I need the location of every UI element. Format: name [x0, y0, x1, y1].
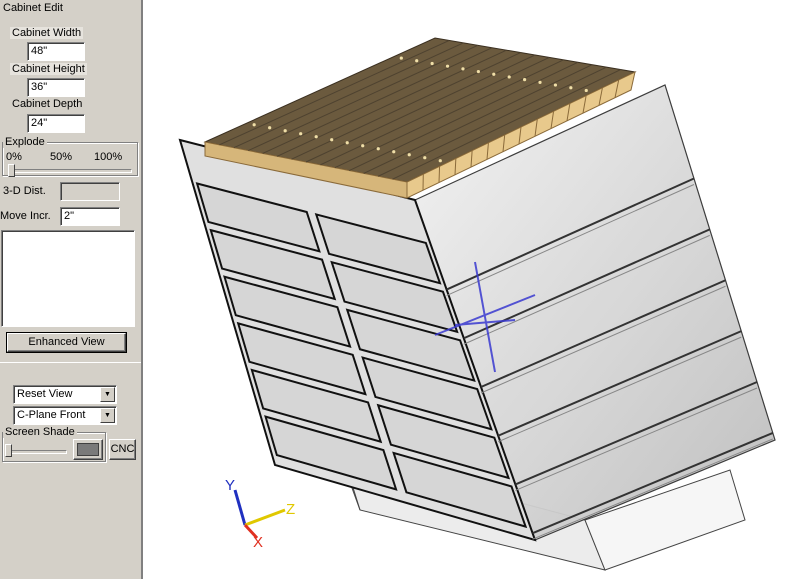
cnc-button[interactable]: CNC: [109, 439, 136, 460]
view-select-arrow-icon[interactable]: ▼: [100, 387, 115, 402]
dowel-dot: [376, 147, 380, 151]
cabinet-depth-label: Cabinet Depth: [12, 98, 83, 110]
cabinet-depth-field[interactable]: 24": [27, 114, 85, 133]
dowel-dot: [399, 56, 403, 60]
dowel-dot: [392, 150, 396, 154]
view-select-value: Reset View: [17, 388, 73, 400]
shade-color-button[interactable]: [73, 439, 103, 460]
shade-slider-track[interactable]: [5, 450, 67, 454]
explode-tick-50: 50%: [50, 151, 73, 163]
dowel-dot: [252, 123, 256, 127]
explode-tick-100: 100%: [94, 151, 123, 163]
panel-title: Cabinet Edit: [3, 2, 63, 14]
3d-viewport[interactable]: Y Z X: [145, 0, 800, 579]
dowel-dot: [553, 83, 558, 87]
cplane-select[interactable]: C-Plane Front ▼: [13, 406, 117, 425]
explode-slider-track[interactable]: [8, 169, 132, 173]
cabinet-height-label: Cabinet Height: [10, 63, 87, 75]
dowel-dot: [423, 156, 427, 160]
dist-field[interactable]: [60, 182, 120, 201]
enhanced-view-button[interactable]: Enhanced View: [6, 332, 127, 353]
dowel-dot: [361, 144, 365, 148]
panel-divider: [0, 362, 141, 363]
dowel-dot: [538, 80, 542, 84]
dowel-dot: [314, 135, 318, 139]
cabinet-height-field[interactable]: 36": [27, 78, 85, 97]
dowel-dot: [569, 86, 573, 90]
plank-edge-seam: [438, 166, 441, 183]
axis-y-label: Y: [225, 477, 235, 494]
cplane-select-arrow-icon[interactable]: ▼: [100, 408, 115, 423]
dowel-dot: [283, 129, 287, 133]
dowel-dot: [415, 59, 419, 63]
shade-color-swatch: [77, 443, 99, 456]
explode-slider-thumb[interactable]: [8, 164, 15, 177]
dowel-dot: [507, 75, 511, 79]
shade-slider-thumb[interactable]: [5, 444, 12, 457]
explode-title: Explode: [3, 136, 47, 148]
dowel-dot: [523, 78, 527, 82]
dowel-dot: [330, 138, 334, 142]
axis-triad-icon: Y Z X: [225, 477, 295, 551]
screen-shade-title: Screen Shade: [3, 426, 77, 438]
dowel-dot: [461, 67, 465, 71]
dowel-dot: [430, 61, 434, 66]
dist-label: 3-D Dist.: [3, 185, 46, 197]
cplane-select-value: C-Plane Front: [17, 409, 86, 421]
dowel-dot: [445, 64, 450, 68]
info-listbox[interactable]: [1, 230, 135, 327]
dowel-dot: [492, 72, 496, 76]
cabinet-width-field[interactable]: 48": [27, 42, 85, 61]
axis-x-label: X: [253, 534, 263, 551]
cabinet-3d-view[interactable]: Y Z X: [145, 0, 800, 579]
explode-tick-0: 0%: [6, 151, 22, 163]
cabinet-edit-panel: Cabinet Edit Cabinet Width 48" Cabinet H…: [0, 0, 143, 579]
move-incr-field[interactable]: 2": [60, 207, 120, 226]
dowel-dot: [438, 159, 442, 163]
view-select[interactable]: Reset View ▼: [13, 385, 117, 404]
dowel-dot: [407, 153, 411, 157]
cabinet-width-label: Cabinet Width: [10, 27, 84, 39]
dowel-dot: [584, 88, 588, 93]
dowel-dot: [299, 132, 303, 136]
move-incr-label: Move Incr.: [0, 210, 51, 222]
dowel-dot: [476, 69, 480, 74]
dowel-dot: [268, 126, 272, 130]
dowel-dot: [345, 141, 349, 145]
axis-z-label: Z: [286, 501, 295, 518]
